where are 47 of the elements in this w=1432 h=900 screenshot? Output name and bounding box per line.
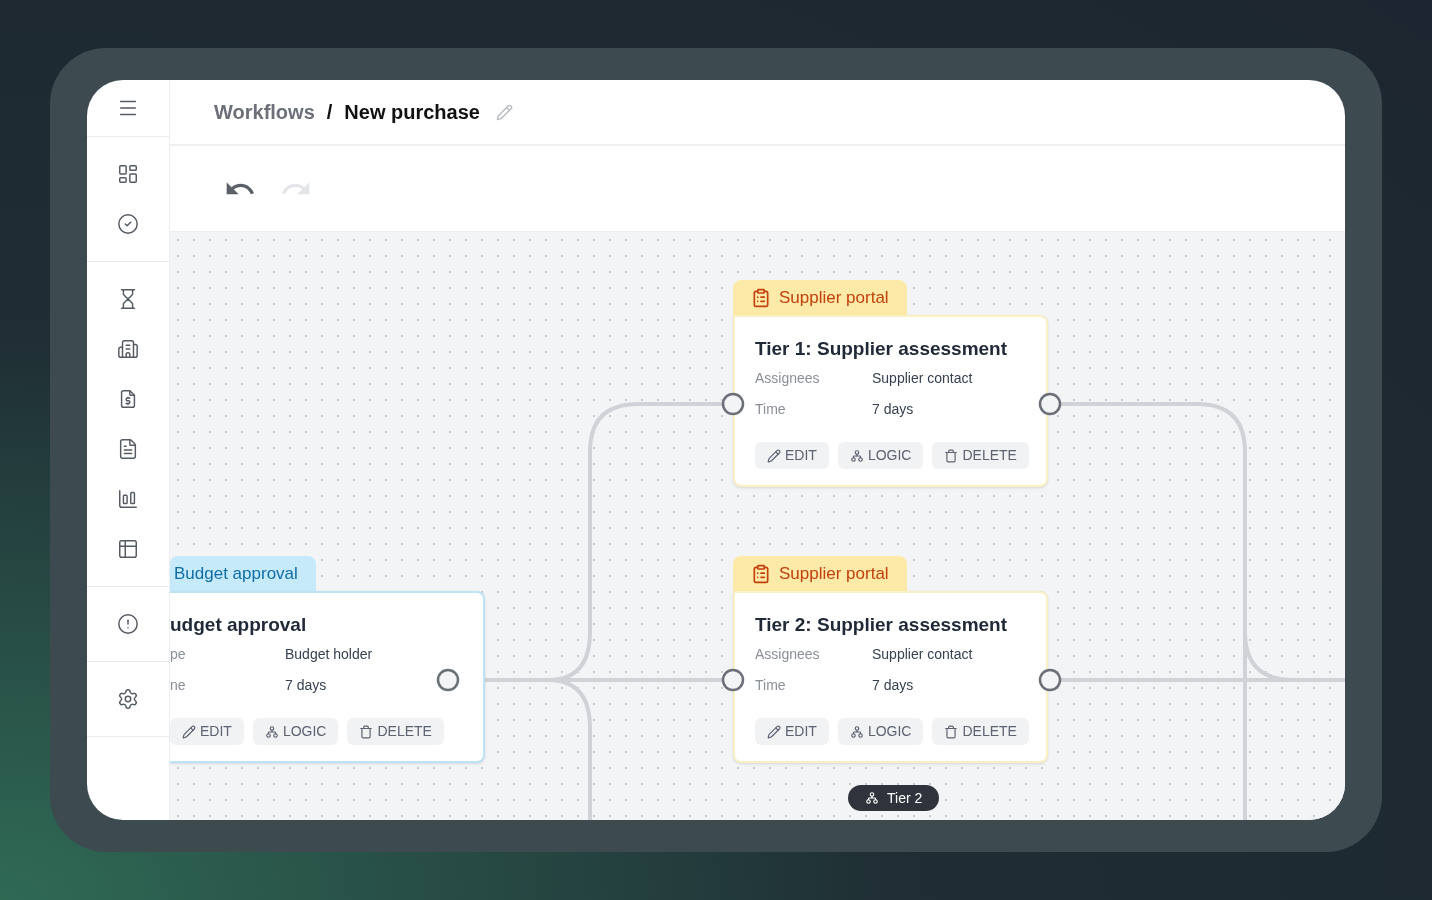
field-label: ne (170, 676, 187, 695)
building-icon[interactable] (116, 337, 140, 361)
page-title: New purchase (344, 100, 480, 125)
trash-icon (944, 448, 959, 463)
settings-icon[interactable] (116, 687, 140, 711)
check-circle-icon[interactable] (116, 212, 140, 236)
field-value: 7 days (285, 676, 327, 695)
delete-button[interactable]: DELETE (932, 718, 1029, 745)
delete-button[interactable]: DELETE (932, 442, 1029, 469)
table-icon[interactable] (116, 537, 140, 561)
fork-icon (849, 448, 864, 463)
alert-icon[interactable] (116, 612, 140, 636)
node-title: udget approval (170, 613, 308, 637)
bar-chart-icon[interactable] (116, 487, 140, 511)
breadcrumb-link[interactable]: Workflows (214, 97, 315, 127)
trash-icon (359, 724, 374, 739)
field-value: 7 days (872, 400, 914, 419)
fork-icon (849, 724, 864, 739)
node-title: Tier 2: Supplier assessment (755, 613, 1009, 637)
logic-button[interactable]: LOGIC (837, 718, 924, 745)
branch-badge: Tier 2 (848, 785, 940, 811)
node-title: Tier 1: Supplier assessment (755, 337, 1009, 361)
logic-button[interactable]: LOGIC (252, 718, 339, 745)
field-value: Budget holder (285, 645, 373, 664)
delete-button[interactable]: DELETE (347, 718, 444, 745)
field-label: Time (755, 676, 787, 695)
fork-icon (865, 791, 879, 805)
clipboard-icon (751, 563, 771, 584)
field-label: Time (755, 400, 787, 419)
field-label: Assignees (755, 369, 821, 388)
trash-icon (944, 724, 959, 739)
field-label: Assignees (755, 645, 821, 664)
field-value: 7 days (872, 676, 914, 695)
field-value: Supplier contact (872, 645, 973, 664)
pencil-icon (767, 448, 781, 463)
logic-button[interactable]: LOGIC (837, 442, 924, 469)
edit-button[interactable]: EDIT (755, 718, 829, 745)
edit-button[interactable]: EDIT (170, 718, 244, 745)
dashboard-icon[interactable] (116, 162, 140, 186)
clipboard-icon (751, 287, 771, 308)
fork-icon (264, 724, 279, 739)
field-label: pe (170, 645, 187, 664)
pencil-icon (182, 724, 196, 739)
edit-button[interactable]: EDIT (755, 442, 829, 469)
field-value: Supplier contact (872, 369, 973, 388)
pencil-icon (767, 724, 781, 739)
breadcrumb-separator: / (326, 100, 333, 125)
